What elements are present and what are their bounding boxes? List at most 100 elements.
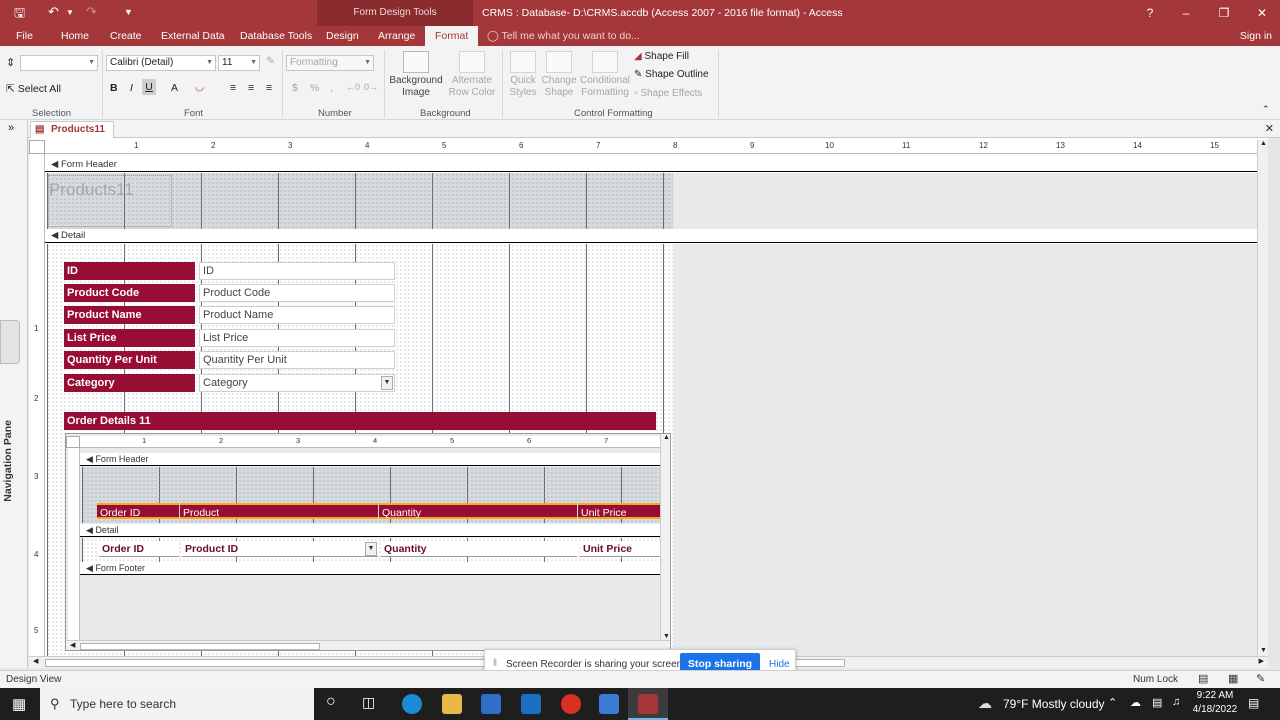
field-label[interactable]: Product Name [64, 306, 195, 324]
form-title-label[interactable]: Products11 [48, 175, 172, 227]
font-size-combo[interactable]: 11 ▼ [218, 55, 260, 71]
shape-outline-button[interactable]: ✎ Shape Outline [634, 69, 709, 80]
tell-me-box[interactable]: ◯ Tell me what you want to do... [487, 26, 640, 46]
detail-bar[interactable]: ◀ Detail [45, 229, 1268, 243]
notifications-icon[interactable]: ▤ [1248, 696, 1259, 710]
onedrive-icon[interactable]: ☁ [1130, 696, 1141, 709]
clock-time[interactable]: 9:22 AM [1192, 690, 1238, 701]
save-icon[interactable]: 🖫 [14, 4, 25, 26]
field-label[interactable]: Quantity Per Unit [64, 351, 195, 369]
subform-label[interactable]: Order Details 11 [64, 412, 656, 430]
shape-fill-button[interactable]: ◢ Shape Fill [634, 51, 689, 62]
background-image-button[interactable]: Background Image [388, 51, 444, 99]
scroll-up-icon[interactable]: ▲ [663, 434, 670, 441]
field-label[interactable]: ID [64, 262, 195, 280]
subform-header-label-cell[interactable]: Unit Price [578, 503, 660, 519]
customize-qat-icon[interactable]: ▼ [124, 7, 133, 17]
field-textbox[interactable]: Product Name [199, 306, 395, 324]
chevron-down-icon[interactable]: ▼ [381, 376, 393, 390]
subform-vertical-scrollbar[interactable]: ▲ ▼ [660, 434, 670, 640]
access-taskbar-item[interactable] [628, 688, 668, 720]
object-selector[interactable]: ▼ [20, 55, 98, 71]
nav-pane-handle[interactable] [0, 320, 20, 364]
subform-header-bar[interactable]: ◀ Form Header [80, 453, 660, 466]
form-design-surface[interactable]: 1 2 3 4 5 6 7 8 9 10 11 12 13 14 15 1 2 … [29, 138, 1268, 656]
help-button[interactable]: ? [1132, 0, 1168, 26]
subform-detail-field[interactable]: Quantity [381, 541, 577, 557]
align-center-icon[interactable]: ≡ [248, 82, 254, 94]
font-color-button[interactable]: A [171, 82, 178, 94]
close-button[interactable]: ✕ [1244, 0, 1280, 26]
field-textbox[interactable]: Quantity Per Unit [199, 351, 395, 369]
restore-button[interactable]: ❐ [1206, 0, 1242, 26]
form-view-icon[interactable]: ▤ [1198, 671, 1208, 688]
field-label[interactable]: Product Code [64, 284, 195, 302]
bold-button[interactable]: B [110, 82, 118, 94]
field-label[interactable]: Category [64, 374, 195, 392]
zoom-icon[interactable] [599, 694, 619, 714]
network-icon[interactable]: ▤ [1152, 696, 1162, 709]
scroll-down-icon[interactable]: ▼ [663, 633, 670, 640]
subform-detail-bar[interactable]: ◀ Detail [80, 524, 660, 537]
chrome-icon[interactable] [561, 694, 581, 714]
field-textbox[interactable]: ID [199, 262, 395, 280]
tab-arrange[interactable]: Arrange [376, 26, 417, 46]
sign-in-link[interactable]: Sign in [1240, 26, 1272, 46]
subform-header-label-cell[interactable]: Quantity [379, 503, 577, 519]
navigation-pane[interactable]: » Navigation Pane [0, 120, 28, 668]
tray-chevron-icon[interactable]: ⌃ [1108, 696, 1117, 709]
file-explorer-icon[interactable] [442, 694, 462, 714]
close-document-icon[interactable]: ✕ [1265, 122, 1274, 135]
cortana-icon[interactable]: ○ [326, 693, 336, 711]
tab-create[interactable]: Create [108, 26, 144, 46]
scroll-right-icon[interactable]: ▶ [1259, 657, 1264, 665]
scroll-thumb[interactable] [80, 643, 320, 650]
document-tab[interactable]: ▤ Products11 [30, 121, 114, 138]
subform-control[interactable]: 1 2 3 4 5 6 7 ◀ Form Header Order ID Pro… [65, 433, 671, 651]
design-view-icon[interactable]: ✎ [1256, 671, 1265, 688]
tab-file[interactable]: File [14, 26, 35, 46]
volume-icon[interactable]: ♫ [1172, 696, 1180, 708]
chevron-down-icon[interactable]: ▼ [365, 542, 377, 556]
italic-button[interactable]: I [130, 82, 133, 94]
undo-icon[interactable]: ↶ [48, 4, 59, 20]
mail-icon[interactable] [521, 694, 541, 714]
underline-button[interactable]: U [142, 79, 156, 95]
align-right-icon[interactable]: ≡ [266, 82, 272, 94]
task-view-icon[interactable]: ◫ [362, 694, 375, 711]
vertical-scrollbar[interactable]: ▲ ▼ [1257, 140, 1268, 656]
category-combo[interactable]: Category ▼ [199, 374, 395, 392]
scroll-left-icon[interactable]: ◀ [33, 657, 38, 665]
clock-date[interactable]: 4/18/2022 [1192, 704, 1238, 715]
tab-format[interactable]: Format [425, 26, 479, 46]
subform-selector[interactable] [66, 436, 80, 448]
tab-database-tools[interactable]: Database Tools [238, 26, 314, 46]
hide-button[interactable]: Hide [769, 659, 790, 670]
subform-detail-field[interactable]: Order ID [99, 541, 179, 557]
taskbar-search[interactable]: ⚲ Type here to search [40, 688, 314, 720]
font-name-combo[interactable]: Calibri (Detail) ▼ [106, 55, 216, 71]
edge-icon[interactable] [402, 694, 422, 714]
select-all-button[interactable]: ⇱ Select All [6, 83, 61, 95]
weather-text[interactable]: 79°F Mostly cloudy [1003, 697, 1105, 711]
align-left-icon[interactable]: ≡ [230, 82, 236, 94]
background-color-icon[interactable]: ◡ [195, 81, 204, 93]
form-selector[interactable] [29, 140, 45, 154]
subform-header-label-cell[interactable]: Product [180, 503, 378, 519]
field-label[interactable]: List Price [64, 329, 195, 347]
minimize-button[interactable]: – [1168, 0, 1204, 26]
store-icon[interactable] [481, 694, 501, 714]
undo-dropdown-icon[interactable]: ▼ [66, 8, 74, 17]
field-textbox[interactable]: List Price [199, 329, 395, 347]
windows-start-icon[interactable]: ▦ [12, 695, 26, 713]
field-textbox[interactable]: Product Code [199, 284, 395, 302]
property-sheet-icon[interactable]: ⇕ [6, 56, 15, 69]
tab-external-data[interactable]: External Data [159, 26, 227, 46]
tab-design[interactable]: Design [324, 26, 361, 46]
layout-view-icon[interactable]: ▦ [1228, 671, 1238, 688]
scroll-down-icon[interactable]: ▼ [1260, 647, 1267, 654]
subform-detail-combo[interactable]: Product ID ▼ [182, 541, 378, 557]
scroll-left-icon[interactable]: ◀ [70, 641, 75, 649]
scroll-up-icon[interactable]: ▲ [1260, 140, 1267, 147]
subform-footer-bar[interactable]: ◀ Form Footer [80, 562, 660, 575]
